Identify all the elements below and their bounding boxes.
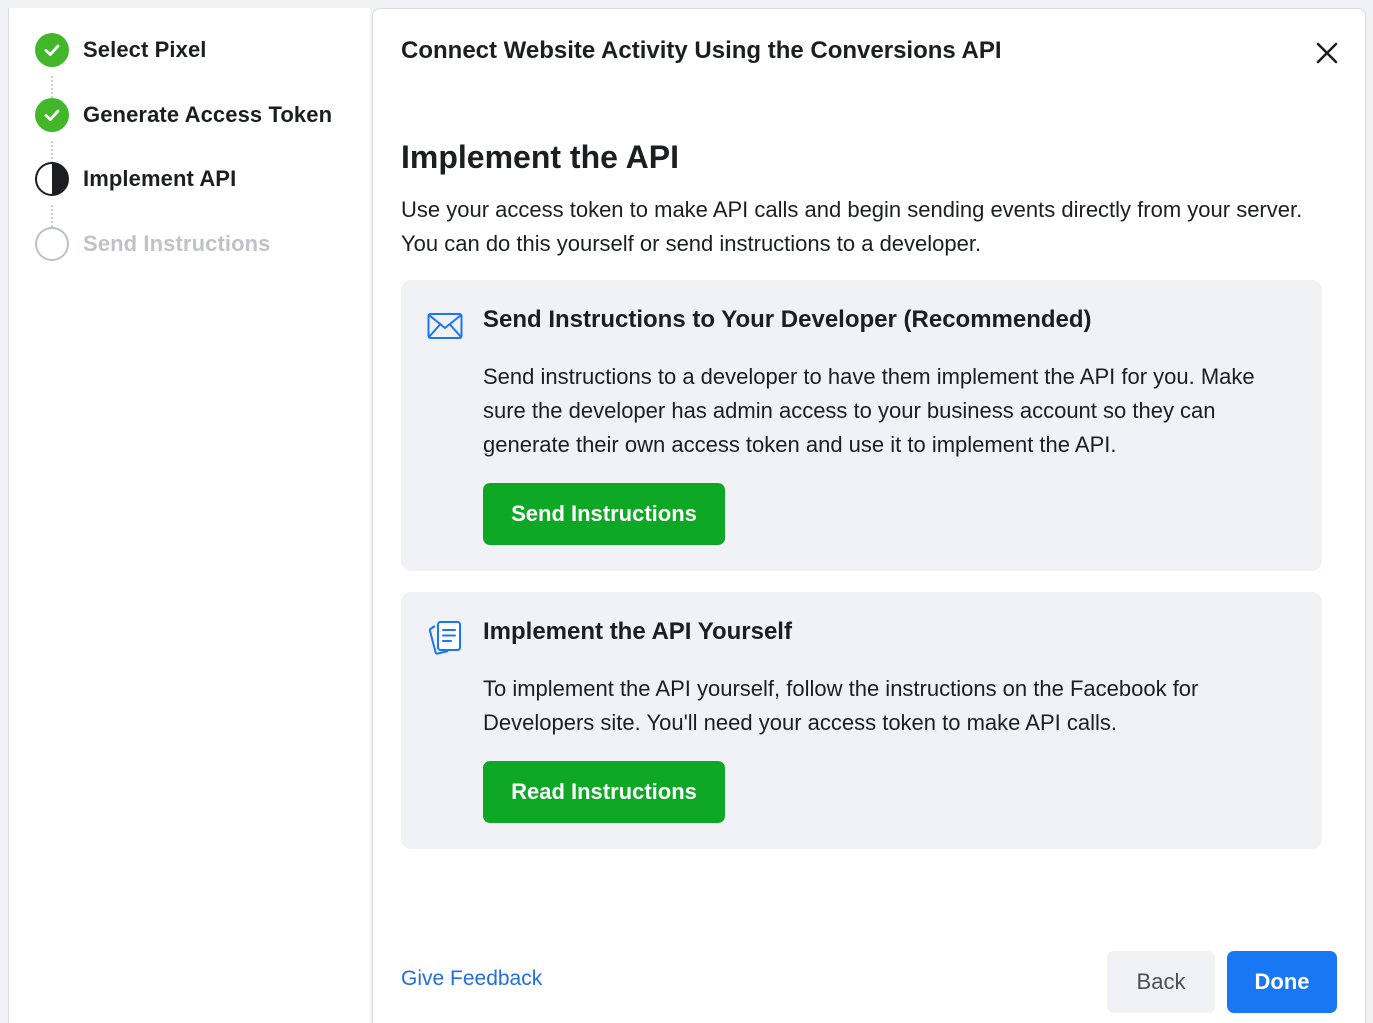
empty-circle-icon bbox=[35, 227, 69, 261]
read-instructions-button[interactable]: Read Instructions bbox=[483, 761, 725, 823]
step-select-pixel[interactable]: Select Pixel bbox=[35, 30, 207, 70]
close-button[interactable] bbox=[1307, 33, 1347, 73]
half-circle-icon bbox=[35, 162, 69, 196]
step-generate-access-token[interactable]: Generate Access Token bbox=[35, 95, 332, 135]
back-button[interactable]: Back bbox=[1107, 951, 1215, 1013]
card-body: Send instructions to a developer to have… bbox=[483, 364, 1255, 457]
close-icon bbox=[1316, 42, 1338, 64]
section-title: Implement the API bbox=[401, 139, 679, 175]
step-send-instructions[interactable]: Send Instructions bbox=[35, 224, 271, 264]
document-stack-icon bbox=[425, 618, 465, 658]
send-instructions-button[interactable]: Send Instructions bbox=[483, 483, 725, 545]
envelope-icon bbox=[425, 306, 465, 346]
check-circle-icon bbox=[35, 33, 69, 67]
card-body: To implement the API yourself, follow th… bbox=[483, 676, 1199, 735]
conversions-api-dialog: Connect Website Activity Using the Conve… bbox=[372, 8, 1366, 1023]
step-implement-api[interactable]: Implement API bbox=[35, 159, 236, 199]
app-frame: Select Pixel Generate Access Token Imple… bbox=[0, 0, 1373, 1023]
step-label: Generate Access Token bbox=[83, 102, 333, 127]
implement-yourself-card: Implement the API Yourself To implement … bbox=[401, 592, 1322, 849]
send-instructions-card: Send Instructions to Your Developer (Rec… bbox=[401, 280, 1322, 571]
done-button[interactable]: Done bbox=[1227, 951, 1337, 1013]
step-label: Implement API bbox=[83, 166, 237, 191]
check-circle-icon bbox=[35, 98, 69, 132]
give-feedback-link[interactable]: Give Feedback bbox=[401, 967, 542, 991]
section-description: Use your access token to make API calls … bbox=[401, 197, 1303, 256]
step-label: Select Pixel bbox=[83, 37, 207, 62]
setup-stepper: Select Pixel Generate Access Token Imple… bbox=[8, 8, 370, 1023]
card-title: Send Instructions to Your Developer (Rec… bbox=[483, 306, 1092, 333]
step-label: Send Instructions bbox=[83, 231, 271, 256]
dialog-title: Connect Website Activity Using the Conve… bbox=[401, 37, 1002, 64]
card-title: Implement the API Yourself bbox=[483, 618, 792, 645]
